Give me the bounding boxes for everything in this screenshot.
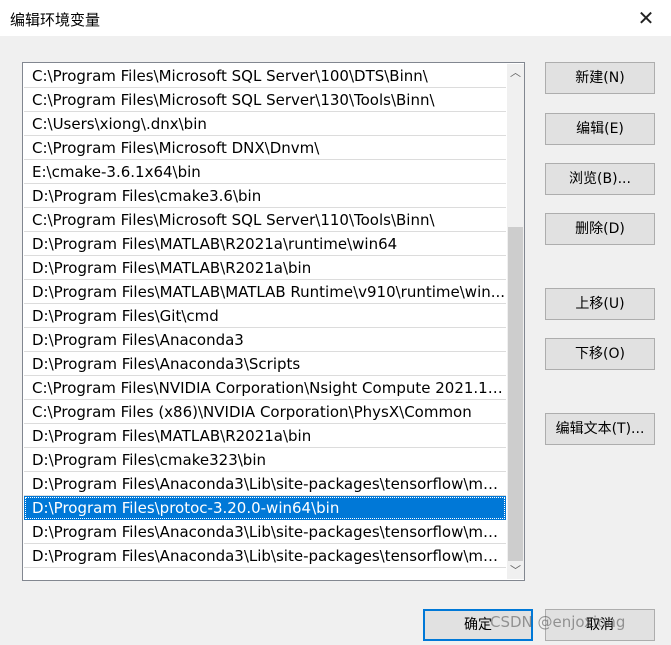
scroll-down-icon[interactable]: ﹀: [507, 562, 524, 579]
path-list-item[interactable]: D:\Program Files\MATLAB\MATLAB Runtime\v…: [24, 280, 506, 304]
scroll-thumb[interactable]: [508, 227, 523, 561]
path-list-item[interactable]: D:\Program Files\MATLAB\R2021a\bin: [24, 424, 506, 448]
title-bar: 编辑环境变量 ✕: [0, 0, 671, 36]
path-list-item-selected[interactable]: D:\Program Files\protoc-3.20.0-win64\bin: [24, 496, 506, 520]
scroll-up-icon[interactable]: ︿: [507, 64, 524, 81]
browse-button[interactable]: 浏览(B)...: [545, 163, 655, 195]
move-up-button[interactable]: 上移(U): [545, 288, 655, 320]
vertical-scrollbar[interactable]: ︿ ﹀: [507, 64, 524, 579]
edit-button[interactable]: 编辑(E): [545, 113, 655, 145]
path-list-item[interactable]: D:\Program Files\cmake323\bin: [24, 448, 506, 472]
path-list-item[interactable]: D:\Program Files\Anaconda3: [24, 328, 506, 352]
path-list-item[interactable]: C:\Program Files\Microsoft SQL Server\13…: [24, 88, 506, 112]
move-down-button[interactable]: 下移(O): [545, 338, 655, 370]
path-list-item[interactable]: D:\Program Files\Anaconda3\Scripts: [24, 352, 506, 376]
path-list-item[interactable]: D:\Program Files\Anaconda3\Lib\site-pack…: [24, 520, 506, 544]
watermark: CSDN @enjoxiong: [490, 613, 626, 631]
path-list[interactable]: C:\Program Files\Microsoft SQL Server\10…: [22, 62, 525, 581]
path-list-item[interactable]: D:\Program Files\Anaconda3\Lib\site-pack…: [24, 472, 506, 496]
delete-button[interactable]: 删除(D): [545, 213, 655, 245]
path-list-item[interactable]: D:\Program Files\MATLAB\R2021a\bin: [24, 256, 506, 280]
path-list-item[interactable]: C:\Program Files\Microsoft DNX\Dnvm\: [24, 136, 506, 160]
path-list-item[interactable]: C:\Program Files\NVIDIA Corporation\Nsig…: [24, 376, 506, 400]
path-list-item[interactable]: C:\Program Files (x86)\NVIDIA Corporatio…: [24, 400, 506, 424]
close-icon[interactable]: ✕: [634, 6, 658, 30]
path-list-item[interactable]: D:\Program Files\cmake3.6\bin: [24, 184, 506, 208]
new-button[interactable]: 新建(N): [545, 62, 655, 94]
path-list-items: C:\Program Files\Microsoft SQL Server\10…: [24, 64, 506, 568]
path-list-item[interactable]: D:\Program Files\MATLAB\R2021a\runtime\w…: [24, 232, 506, 256]
path-list-item[interactable]: C:\Program Files\Microsoft SQL Server\10…: [24, 64, 506, 88]
path-list-item[interactable]: C:\Program Files\Microsoft SQL Server\11…: [24, 208, 506, 232]
path-list-item[interactable]: D:\Program Files\Git\cmd: [24, 304, 506, 328]
window-title: 编辑环境变量: [10, 11, 101, 29]
path-list-item[interactable]: E:\cmake-3.6.1x64\bin: [24, 160, 506, 184]
edit-text-button[interactable]: 编辑文本(T)...: [545, 413, 655, 445]
path-list-item[interactable]: D:\Program Files\Anaconda3\Lib\site-pack…: [24, 544, 506, 568]
path-list-item[interactable]: C:\Users\xiong\.dnx\bin: [24, 112, 506, 136]
